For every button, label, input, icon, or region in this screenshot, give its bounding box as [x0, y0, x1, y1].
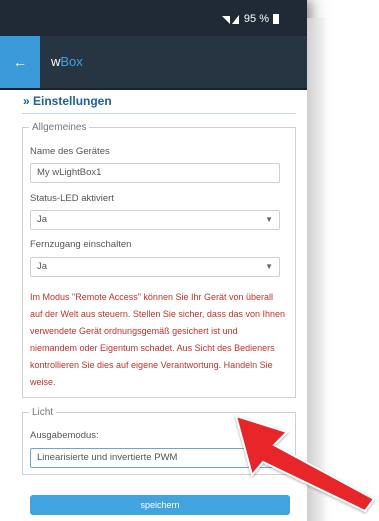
pointer-arrow-icon [234, 414, 376, 513]
